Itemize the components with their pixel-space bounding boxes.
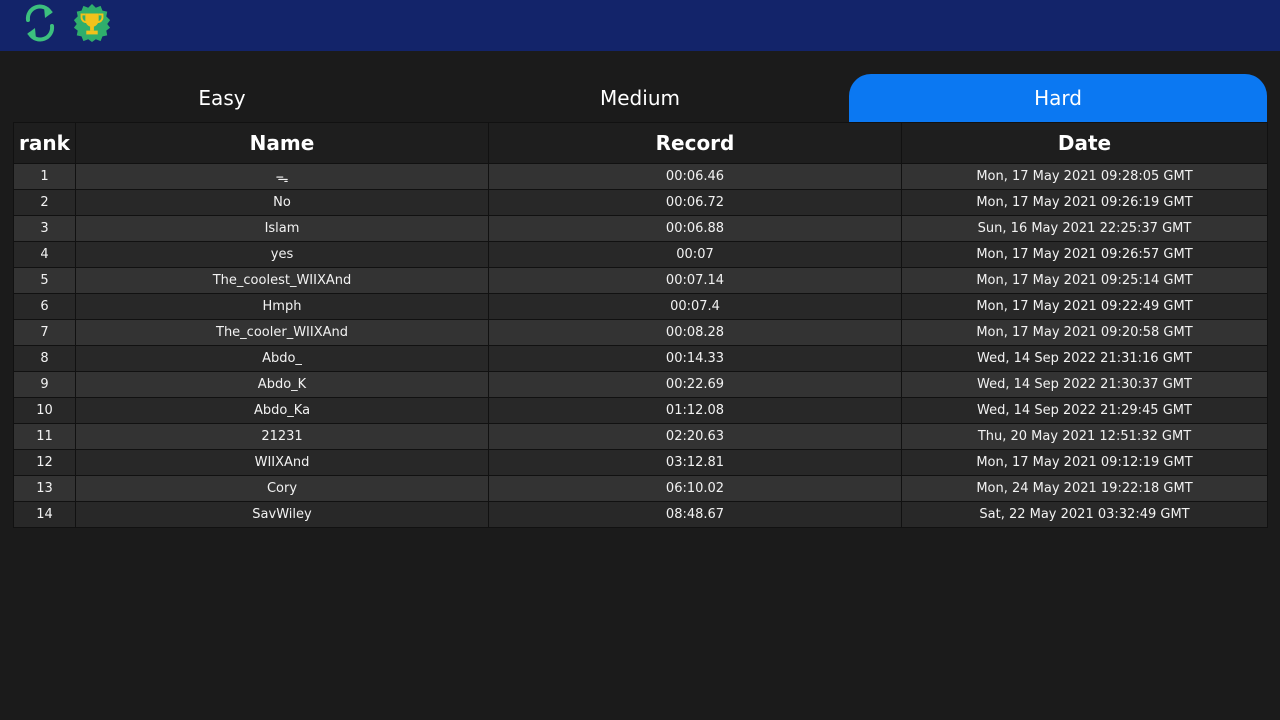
top-app-bar <box>0 0 1280 51</box>
difficulty-tabs: Easy Medium Hard <box>13 74 1267 122</box>
record-cell: 00:07.4 <box>488 293 902 320</box>
rank-cell: 12 <box>13 449 76 476</box>
column-header-record: Record <box>488 122 902 164</box>
refresh-icon <box>25 4 55 42</box>
record-cell: 00:08.28 <box>488 319 902 346</box>
date-cell: Mon, 17 May 2021 09:20:58 GMT <box>901 319 1268 346</box>
record-cell: 00:06.72 <box>488 189 902 216</box>
rank-cell: 6 <box>13 293 76 320</box>
rank-cell: 3 <box>13 215 76 242</box>
date-cell: Mon, 24 May 2021 19:22:18 GMT <box>901 475 1268 502</box>
rank-cell: 11 <box>13 423 76 450</box>
date-cell: Thu, 20 May 2021 12:51:32 GMT <box>901 423 1268 450</box>
rank-cell: 7 <box>13 319 76 346</box>
name-cell: The_coolest_WIIXAnd <box>75 267 489 294</box>
record-cell: 08:48.67 <box>488 501 902 528</box>
record-cell: 03:12.81 <box>488 449 902 476</box>
name-cell: Abdo_Ka <box>75 397 489 424</box>
name-cell: The_cooler_WIIXAnd <box>75 319 489 346</box>
table-row: 3 Islam 00:06.88 Sun, 16 May 2021 22:25:37 … <box>13 215 1268 242</box>
table-row: 4 yes 00:07 Mon, 17 May 2021 09:26:57 GMT <box>13 241 1268 268</box>
table-row: 6 Hmph 00:07.4 Mon, 17 May 2021 09:22:49 GM… <box>13 293 1268 320</box>
date-cell: Mon, 17 May 2021 09:26:57 GMT <box>901 241 1268 268</box>
table-row: 9 Abdo_K 00:22.69 Wed, 14 Sep 2022 21:30:37… <box>13 371 1268 398</box>
name-cell: Islam <box>75 215 489 242</box>
table-row: 10 Abdo_Ka 01:12.08 Wed, 14 Sep 2022 21:29:… <box>13 397 1268 424</box>
name-cell: ᯓ <box>75 163 489 190</box>
record-cell: 00:14.33 <box>488 345 902 372</box>
rank-cell: 2 <box>13 189 76 216</box>
rank-cell: 4 <box>13 241 76 268</box>
rank-cell: 14 <box>13 501 76 528</box>
rank-cell: 10 <box>13 397 76 424</box>
date-cell: Mon, 17 May 2021 09:12:19 GMT <box>901 449 1268 476</box>
name-cell: SavWiley <box>75 501 489 528</box>
date-cell: Wed, 14 Sep 2022 21:31:16 GMT <box>901 345 1268 372</box>
tab-medium[interactable]: Medium <box>431 74 849 122</box>
table-row: 12 WIIXAnd 03:12.81 Mon, 17 May 2021 09:12:… <box>13 449 1268 476</box>
record-cell: 06:10.02 <box>488 475 902 502</box>
rank-cell: 1 <box>13 163 76 190</box>
date-cell: Mon, 17 May 2021 09:28:05 GMT <box>901 163 1268 190</box>
date-cell: Sun, 16 May 2021 22:25:37 GMT <box>901 215 1268 242</box>
table-row: 11 21231 02:20.63 Thu, 20 May 2021 12:51:32… <box>13 423 1268 450</box>
table-header-row: rank Name Record Date <box>13 122 1268 164</box>
name-cell: Cory <box>75 475 489 502</box>
table-row: 1 ᯓ 00:06.46 Mon, 17 May 2021 09:28:05 GMT <box>13 163 1268 190</box>
date-cell: Wed, 14 Sep 2022 21:30:37 GMT <box>901 371 1268 398</box>
rank-cell: 5 <box>13 267 76 294</box>
record-cell: 00:07 <box>488 241 902 268</box>
tab-easy[interactable]: Easy <box>13 74 431 122</box>
leaderboard-table: rank Name Record Date 1 ᯓ 00:06.46 Mon, 17 … <box>13 122 1268 528</box>
record-cell: 00:22.69 <box>488 371 902 398</box>
leaderboard-button[interactable] <box>72 3 112 43</box>
table-row: 5 The_coolest_WIIXAnd 00:07.14 Mon, 17 May … <box>13 267 1268 294</box>
record-cell: 00:06.88 <box>488 215 902 242</box>
column-header-date: Date <box>901 122 1268 164</box>
name-cell: 21231 <box>75 423 489 450</box>
rank-cell: 8 <box>13 345 76 372</box>
name-cell: No <box>75 189 489 216</box>
record-cell: 00:07.14 <box>488 267 902 294</box>
date-cell: Mon, 17 May 2021 09:25:14 GMT <box>901 267 1268 294</box>
table-row: 8 Abdo_ 00:14.33 Wed, 14 Sep 2022 21:31:16 … <box>13 345 1268 372</box>
table-row: 14 SavWiley 08:48.67 Sat, 22 May 2021 03:32… <box>13 501 1268 528</box>
name-cell: Abdo_K <box>75 371 489 398</box>
refresh-button[interactable] <box>20 3 60 43</box>
tab-hard[interactable]: Hard <box>849 74 1267 122</box>
date-cell: Mon, 17 May 2021 09:26:19 GMT <box>901 189 1268 216</box>
trophy-icon <box>73 3 111 43</box>
record-cell: 01:12.08 <box>488 397 902 424</box>
name-cell: Hmph <box>75 293 489 320</box>
name-cell: WIIXAnd <box>75 449 489 476</box>
date-cell: Mon, 17 May 2021 09:22:49 GMT <box>901 293 1268 320</box>
date-cell: Wed, 14 Sep 2022 21:29:45 GMT <box>901 397 1268 424</box>
date-cell: Sat, 22 May 2021 03:32:49 GMT <box>901 501 1268 528</box>
rank-cell: 9 <box>13 371 76 398</box>
table-row: 13 Cory 06:10.02 Mon, 24 May 2021 19:22:18 … <box>13 475 1268 502</box>
column-header-rank: rank <box>13 122 76 164</box>
record-cell: 00:06.46 <box>488 163 902 190</box>
column-header-name: Name <box>75 122 489 164</box>
record-cell: 02:20.63 <box>488 423 902 450</box>
table-row: 7 The_cooler_WIIXAnd 00:08.28 Mon, 17 May 2… <box>13 319 1268 346</box>
name-cell: yes <box>75 241 489 268</box>
name-cell: Abdo_ <box>75 345 489 372</box>
rank-cell: 13 <box>13 475 76 502</box>
table-row: 2 No 00:06.72 Mon, 17 May 2021 09:26:19 GMT <box>13 189 1268 216</box>
